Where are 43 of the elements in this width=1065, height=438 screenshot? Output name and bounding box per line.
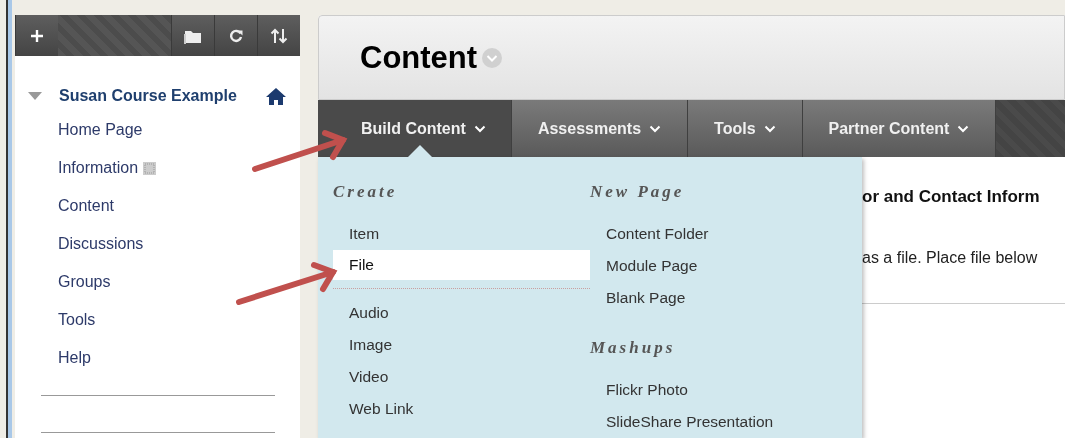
course-menu-link[interactable]: Help (58, 349, 91, 367)
course-title[interactable]: Susan Course Example (59, 87, 266, 105)
refresh-button[interactable] (214, 15, 257, 56)
menu-section-heading: Create (333, 182, 399, 203)
menu-item[interactable]: File (333, 250, 590, 280)
menu-item[interactable]: Video (333, 361, 590, 393)
menu-section-heading: Mashups (590, 338, 677, 359)
action-menu-tab[interactable]: Tools (688, 100, 803, 157)
hatched-bar-panel (996, 100, 1065, 157)
menu-item[interactable]: Blank Page (590, 282, 847, 314)
course-menu-link[interactable]: Groups (58, 273, 111, 291)
page-title: Content (360, 39, 478, 76)
menu-item[interactable]: Image (333, 329, 590, 361)
refresh-icon (228, 27, 244, 44)
section-heading: or and Contact Inform (862, 187, 1041, 207)
folder-button[interactable] (171, 15, 214, 56)
sort-button[interactable] (257, 15, 300, 56)
home-icon[interactable] (266, 87, 286, 105)
course-menu-link[interactable]: Information (58, 159, 139, 177)
sort-icon (270, 27, 288, 44)
chevron-down-icon (649, 124, 662, 133)
course-menu-link[interactable]: Discussions (58, 235, 144, 253)
chevron-down-icon (957, 124, 970, 133)
action-menu-tab[interactable]: Build Content (318, 100, 512, 157)
add-button[interactable] (15, 15, 58, 56)
menu-item[interactable]: Web Link (333, 393, 590, 425)
menu-item[interactable]: Audio (333, 297, 590, 329)
description-text: as a file. Place file below (862, 249, 1039, 267)
chevron-down-icon (473, 124, 486, 133)
menu-item[interactable]: Module Page (590, 250, 847, 282)
menu-item[interactable]: Content Folder (590, 218, 847, 250)
menu-item[interactable]: SlideShare Presentation (590, 406, 847, 438)
course-menu-link[interactable]: Tools (58, 311, 96, 329)
course-menu-link[interactable]: Content (58, 197, 115, 215)
action-menu-tab[interactable]: Assessments (511, 100, 689, 157)
course-menu-link[interactable]: Home Page (58, 121, 143, 139)
menu-item[interactable]: Item (333, 218, 590, 250)
plus-icon (29, 27, 45, 44)
menu-section-heading: New Page (590, 182, 686, 203)
chevron-down-icon (763, 124, 776, 133)
expand-caret-icon[interactable] (28, 92, 42, 100)
action-menu-tab[interactable]: Partner Content (802, 100, 997, 157)
menu-item[interactable]: Flickr Photo (590, 374, 847, 406)
